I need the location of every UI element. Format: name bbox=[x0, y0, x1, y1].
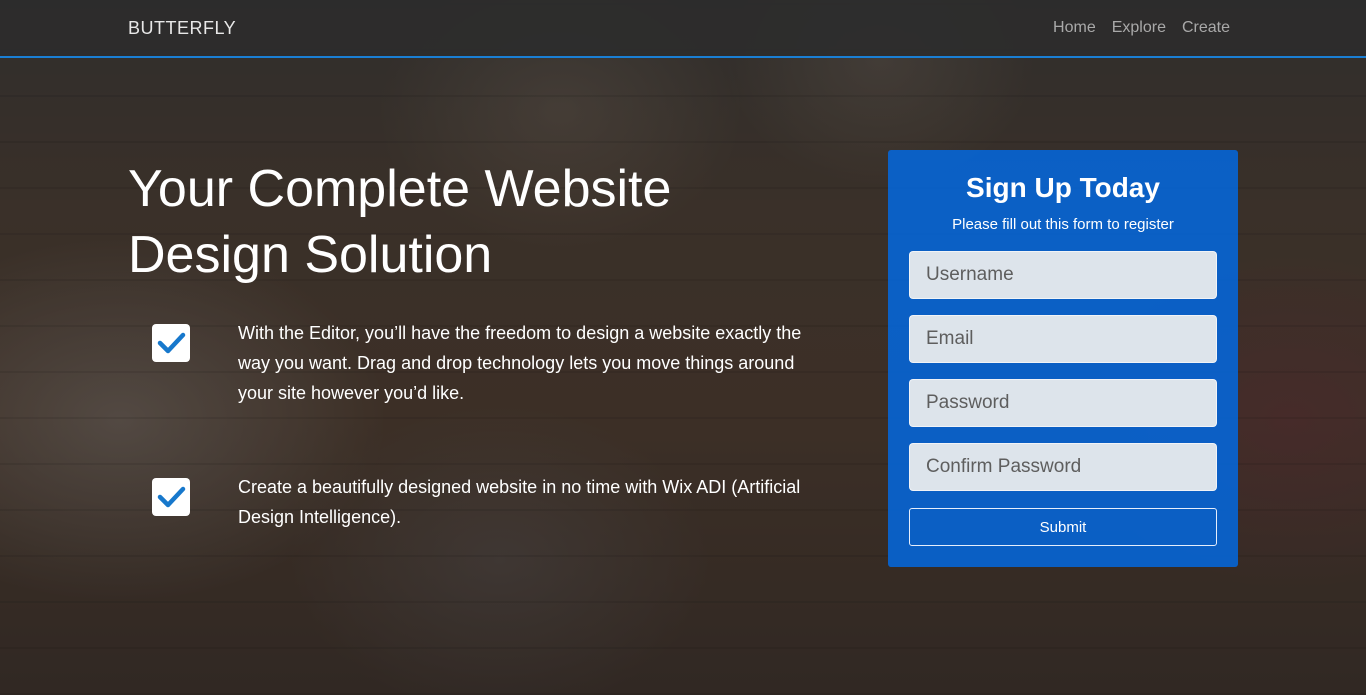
signup-subtitle: Please fill out this form to register bbox=[952, 216, 1174, 233]
hero-title-light: Your bbox=[128, 160, 248, 218]
submit-button[interactable]: Submit bbox=[909, 508, 1217, 546]
username-input[interactable] bbox=[909, 251, 1217, 299]
signup-title: Sign Up Today bbox=[966, 172, 1160, 203]
nav-links: Home Explore Create bbox=[1053, 19, 1230, 37]
confirm-password-input[interactable] bbox=[909, 443, 1217, 491]
checkbox-checked-icon bbox=[152, 324, 190, 362]
hero-title: Your Complete Website Design Solution bbox=[128, 156, 828, 288]
brand-logo[interactable]: BUTTERFLY bbox=[128, 18, 236, 39]
checkbox-checked-icon bbox=[152, 478, 190, 516]
navbar: BUTTERFLY Home Explore Create bbox=[0, 0, 1366, 58]
feature-text: Create a beautifully designed website in… bbox=[238, 477, 801, 527]
nav-create[interactable]: Create bbox=[1182, 19, 1230, 37]
hero-title-strong: Complete Website bbox=[247, 160, 672, 218]
email-input[interactable] bbox=[909, 315, 1217, 363]
hero-title-line2: Design Solution bbox=[128, 226, 493, 284]
signup-card: Sign Up Today Please fill out this form … bbox=[888, 150, 1238, 567]
nav-explore[interactable]: Explore bbox=[1112, 19, 1166, 37]
password-input[interactable] bbox=[909, 379, 1217, 427]
nav-home[interactable]: Home bbox=[1053, 19, 1096, 37]
feature-text: With the Editor, you’ll have the freedom… bbox=[238, 323, 802, 403]
